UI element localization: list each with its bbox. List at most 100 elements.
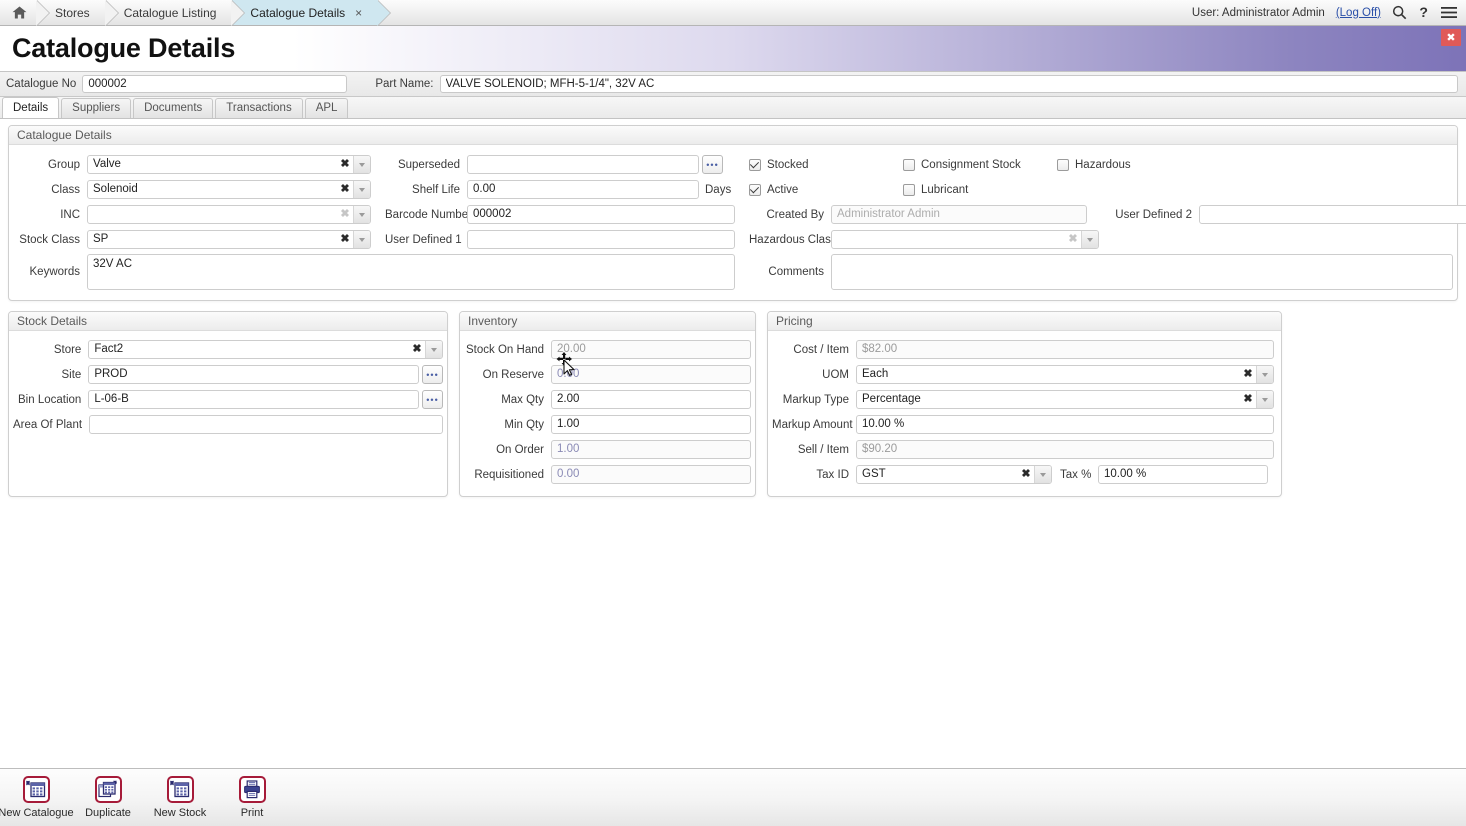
markup-type-value: Percentage: [857, 391, 1240, 408]
field-keywords: Keywords 32V AC: [13, 252, 735, 292]
duplicate-button[interactable]: Duplicate: [72, 773, 144, 819]
part-name-input[interactable]: [440, 75, 1459, 93]
inc-combobox[interactable]: ✖: [87, 205, 371, 224]
tax-id-combobox[interactable]: GST ✖: [856, 465, 1052, 484]
print-button[interactable]: Print: [216, 773, 288, 819]
min-qty-input[interactable]: 1.00: [551, 415, 751, 434]
chevron-down-icon[interactable]: [353, 231, 370, 248]
markup-amount-value: 10.00 %: [857, 416, 1273, 433]
user-defined-1-input[interactable]: [467, 230, 735, 249]
clear-icon[interactable]: ✖: [409, 341, 425, 358]
tab-documents[interactable]: Documents: [133, 98, 213, 118]
checkbox-icon[interactable]: [903, 184, 915, 196]
tab-suppliers[interactable]: Suppliers: [61, 98, 131, 118]
catalogue-no-input[interactable]: [82, 75, 347, 93]
uom-combobox[interactable]: Each ✖: [856, 365, 1274, 384]
tab-transactions[interactable]: Transactions: [215, 98, 302, 118]
shelf-life-input[interactable]: 0.00: [467, 180, 699, 199]
checkbox-icon[interactable]: [749, 184, 761, 196]
field-tax: Tax ID GST ✖ Tax % 10.00 %: [772, 462, 1277, 487]
clear-icon[interactable]: ✖: [337, 181, 353, 198]
area-of-plant-input[interactable]: [89, 415, 443, 434]
chevron-down-icon[interactable]: [1081, 231, 1098, 248]
superseded-value: [468, 156, 698, 173]
breadcrumb-item-catalogue-details[interactable]: Catalogue Details ×: [232, 0, 378, 25]
catalogue-column-right: Stocked Consignment Stock Hazardous Acti…: [749, 152, 1466, 292]
markup-type-combobox[interactable]: Percentage ✖: [856, 390, 1274, 409]
site-lookup-button[interactable]: •••: [422, 365, 443, 384]
superseded-label: Superseded: [385, 159, 467, 171]
checkbox-active[interactable]: Active: [749, 184, 903, 196]
checkbox-hazardous[interactable]: Hazardous: [1057, 159, 1131, 171]
chevron-down-icon[interactable]: [1034, 466, 1051, 483]
chevron-down-icon[interactable]: [353, 206, 370, 223]
requisitioned-input: 0.00: [551, 465, 751, 484]
field-hazardous-class: Hazardous Class ✖: [749, 227, 1466, 252]
help-icon[interactable]: ?: [1418, 5, 1430, 20]
new-catalogue-button[interactable]: New Catalogue: [0, 773, 72, 819]
hamburger-menu-icon[interactable]: [1441, 6, 1457, 19]
site-input[interactable]: PROD: [88, 365, 419, 384]
keywords-textarea[interactable]: 32V AC: [87, 254, 735, 290]
log-off-link[interactable]: (Log Off): [1336, 7, 1381, 19]
catalogue-no-label: Catalogue No: [6, 78, 76, 90]
comments-label: Comments: [749, 266, 831, 278]
barcode-number-input[interactable]: 000002: [467, 205, 735, 224]
requisitioned-label: Requisitioned: [464, 469, 551, 481]
top-navigation-bar: Stores Catalogue Listing Catalogue Detai…: [0, 0, 1466, 26]
clear-icon[interactable]: ✖: [337, 231, 353, 248]
close-icon[interactable]: ×: [355, 7, 362, 19]
checkbox-icon[interactable]: [749, 159, 761, 171]
store-value: Fact2: [89, 341, 409, 358]
checkbox-lubricant[interactable]: Lubricant: [903, 184, 1057, 196]
breadcrumb-label: Catalogue Listing: [124, 6, 217, 20]
bin-location-lookup-button[interactable]: •••: [422, 390, 443, 409]
home-icon: [12, 6, 27, 19]
window-close-button[interactable]: ✖: [1441, 29, 1461, 46]
tax-pct-input[interactable]: 10.00 %: [1098, 465, 1268, 484]
checkbox-icon[interactable]: [1057, 159, 1069, 171]
breadcrumb-home[interactable]: [0, 0, 37, 25]
tab-apl[interactable]: APL: [305, 98, 349, 118]
stock-class-combobox[interactable]: SP ✖: [87, 230, 371, 249]
search-icon[interactable]: [1392, 5, 1407, 20]
clear-icon[interactable]: ✖: [1065, 231, 1081, 248]
comments-textarea[interactable]: [831, 254, 1453, 290]
checkbox-icon[interactable]: [903, 159, 915, 171]
chevron-down-icon[interactable]: [353, 181, 370, 198]
superseded-input[interactable]: [467, 155, 699, 174]
checkbox-consignment-stock[interactable]: Consignment Stock: [903, 159, 1057, 171]
min-qty-label: Min Qty: [464, 419, 551, 431]
class-combobox[interactable]: Solenoid ✖: [87, 180, 371, 199]
site-value: PROD: [89, 366, 418, 383]
clear-icon[interactable]: ✖: [337, 206, 353, 223]
superseded-lookup-button[interactable]: •••: [702, 155, 723, 174]
chevron-down-icon[interactable]: [425, 341, 442, 358]
clear-icon[interactable]: ✖: [1240, 391, 1256, 408]
hazardous-class-combobox[interactable]: ✖: [831, 230, 1099, 249]
field-markup-amount: Markup Amount 10.00 %: [772, 412, 1277, 437]
stock-on-hand-input: 20.00: [551, 340, 751, 359]
field-requisitioned: Requisitioned 0.00: [464, 462, 751, 487]
markup-amount-input[interactable]: 10.00 %: [856, 415, 1274, 434]
tab-details[interactable]: Details: [2, 97, 59, 118]
clear-icon[interactable]: ✖: [1240, 366, 1256, 383]
store-combobox[interactable]: Fact2 ✖: [88, 340, 443, 359]
checkbox-stocked[interactable]: Stocked: [749, 159, 903, 171]
user-defined-2-input[interactable]: [1199, 205, 1466, 224]
breadcrumb-item-catalogue-listing[interactable]: Catalogue Listing: [106, 0, 233, 25]
chevron-down-icon[interactable]: [1256, 391, 1273, 408]
chevron-down-icon[interactable]: [1256, 366, 1273, 383]
on-reserve-label: On Reserve: [464, 369, 551, 381]
uom-label: UOM: [772, 369, 856, 381]
new-stock-button[interactable]: New Stock: [144, 773, 216, 819]
chevron-down-icon[interactable]: [353, 156, 370, 173]
max-qty-label: Max Qty: [464, 394, 551, 406]
clear-icon[interactable]: ✖: [337, 156, 353, 173]
user-defined-1-label: User Defined 1: [385, 234, 467, 246]
group-combobox[interactable]: Valve ✖: [87, 155, 371, 174]
class-label: Class: [13, 184, 87, 196]
bin-location-input[interactable]: L-06-B: [88, 390, 419, 409]
max-qty-input[interactable]: 2.00: [551, 390, 751, 409]
clear-icon[interactable]: ✖: [1018, 466, 1034, 483]
